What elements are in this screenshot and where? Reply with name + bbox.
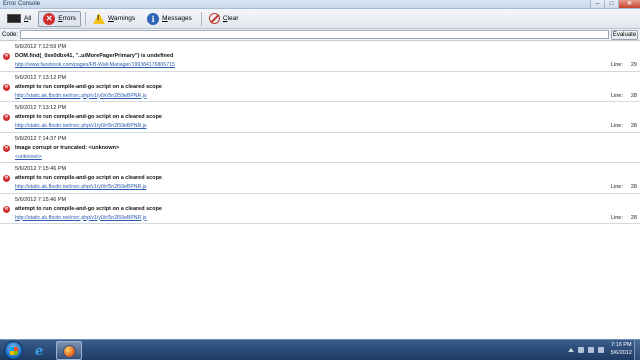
- list-item[interactable]: ✕ 5/6/2012 7:14:37 PM Image corrupt or t…: [0, 133, 640, 163]
- warning-icon: !: [92, 13, 105, 24]
- entry-message: attempt to run compile-and-go script on …: [15, 205, 162, 212]
- entry-timestamp: 5/6/2012 7:15:46 PM: [15, 196, 67, 203]
- entry-message: attempt to run compile-and-go script on …: [15, 175, 162, 181]
- entry-line: [629, 154, 637, 160]
- entry-timestamp: 5/6/2012 7:14:37 PM: [15, 135, 67, 142]
- console-icon: [7, 14, 21, 23]
- clear-label: Clear: [222, 15, 239, 22]
- entry-message: attempt to run compile-and-go script on …: [15, 83, 162, 90]
- info-icon: i: [147, 12, 160, 25]
- error-icon: ✕: [3, 144, 10, 152]
- all-label: All: [24, 15, 32, 22]
- clear-button[interactable]: Clear: [204, 11, 244, 27]
- errors-label: Errors: [58, 15, 76, 22]
- taskbar: e 7:16 PM 5/6/2012: [0, 339, 640, 360]
- title-bar: Error Console – □ ✕: [0, 0, 640, 9]
- maximize-button[interactable]: □: [604, 0, 618, 8]
- error-icon: ✕: [3, 114, 10, 121]
- error-icon: ✕: [43, 12, 56, 25]
- firefox-icon[interactable]: [56, 341, 82, 360]
- code-bar: Code: Evaluate: [0, 29, 640, 41]
- toolbar-separator: [84, 11, 86, 26]
- volume-icon[interactable]: [597, 346, 604, 353]
- error-icon: ✕: [3, 205, 10, 213]
- system-tray: 7:16 PM 5/6/2012: [567, 342, 632, 357]
- entry-source-link[interactable]: http://static.ak.fbcdn.net/rsrc.php/v1/y…: [15, 123, 146, 129]
- messages-button[interactable]: i Messages: [142, 11, 197, 27]
- entry-source-link[interactable]: http://static.ak.fbcdn.net/rsrc.php/v1/y…: [15, 184, 146, 190]
- show-desktop-button[interactable]: [634, 340, 640, 360]
- internet-explorer-icon[interactable]: e: [28, 341, 54, 360]
- entry-line: Line: 28: [610, 214, 637, 221]
- minimize-button[interactable]: –: [590, 0, 604, 8]
- error-icon: ✕: [3, 83, 10, 91]
- entry-line: Line: 29: [610, 62, 637, 68]
- clear-icon: [208, 13, 220, 24]
- start-button[interactable]: [4, 341, 23, 360]
- entry-source-link[interactable]: http://static.ak.fbcdn.net/rsrc.php/v1/y…: [15, 93, 146, 99]
- entry-source-link[interactable]: http://static.ak.fbcdn.net/rsrc.php/v1/y…: [15, 215, 146, 221]
- error-list: ✕ 5/6/2012 7:12:59 PM DOM.find(_0xe0dbx4…: [0, 41, 640, 339]
- window-title: Error Console: [3, 1, 41, 7]
- console-toolbar: All ✕ Errors ! Warnings i Messages Clear: [0, 9, 640, 29]
- clock-time: 7:16 PM: [611, 342, 632, 348]
- clock[interactable]: 7:16 PM 5/6/2012: [611, 342, 632, 357]
- warnings-button[interactable]: ! Warnings: [88, 11, 140, 27]
- warnings-label: Warnings: [107, 15, 136, 22]
- error-icon: ✕: [3, 53, 10, 60]
- code-label: Code:: [2, 31, 19, 38]
- list-item[interactable]: ✕ 5/6/2012 7:12:59 PM DOM.find(_0xe0dbx4…: [0, 41, 640, 72]
- entry-message: DOM.find(_0xe0dbx41, "..uiMorePagerPrima…: [15, 53, 174, 59]
- show-hidden-icons-icon[interactable]: [567, 347, 574, 352]
- evaluate-button[interactable]: Evaluate: [611, 29, 638, 40]
- error-icon: ✕: [3, 175, 10, 182]
- window-controls: – □ ✕: [590, 0, 640, 9]
- entry-line: Line: 28: [610, 92, 637, 99]
- entry-source-link[interactable]: http://www.facebook.com/pages/FB-Wall-Ma…: [15, 62, 175, 68]
- entry-line: Line: 28: [610, 123, 637, 129]
- code-input[interactable]: [20, 30, 609, 39]
- entry-line: Line: 28: [610, 184, 637, 190]
- list-item[interactable]: ✕ 5/6/2012 7:13:12 PM attempt to run com…: [0, 102, 640, 133]
- toolbar-separator: [200, 11, 202, 26]
- entry-source-link[interactable]: <unknown>: [15, 154, 42, 160]
- messages-label: Messages: [162, 15, 192, 22]
- tray-icon[interactable]: [577, 346, 584, 353]
- list-item[interactable]: ✕ 5/6/2012 7:15:46 PM attempt to run com…: [0, 163, 640, 194]
- entry-timestamp: 5/6/2012 7:13:12 PM: [15, 105, 67, 111]
- entry-timestamp: 5/6/2012 7:13:12 PM: [15, 74, 67, 81]
- list-item[interactable]: ✕ 5/6/2012 7:15:46 PM attempt to run com…: [0, 194, 640, 224]
- entry-message: Image corrupt or truncated: <unknown>: [15, 144, 120, 151]
- errors-button[interactable]: ✕ Errors: [38, 10, 81, 27]
- list-item[interactable]: ✕ 5/6/2012 7:13:12 PM attempt to run com…: [0, 72, 640, 102]
- close-button[interactable]: ✕: [618, 0, 640, 8]
- entry-timestamp: 5/6/2012 7:15:46 PM: [15, 166, 67, 172]
- entry-message: attempt to run compile-and-go script on …: [15, 114, 162, 120]
- network-icon[interactable]: [587, 346, 594, 353]
- all-button[interactable]: All: [2, 11, 36, 27]
- clock-date: 5/6/2012: [610, 349, 632, 356]
- entry-timestamp: 5/6/2012 7:12:59 PM: [15, 44, 67, 50]
